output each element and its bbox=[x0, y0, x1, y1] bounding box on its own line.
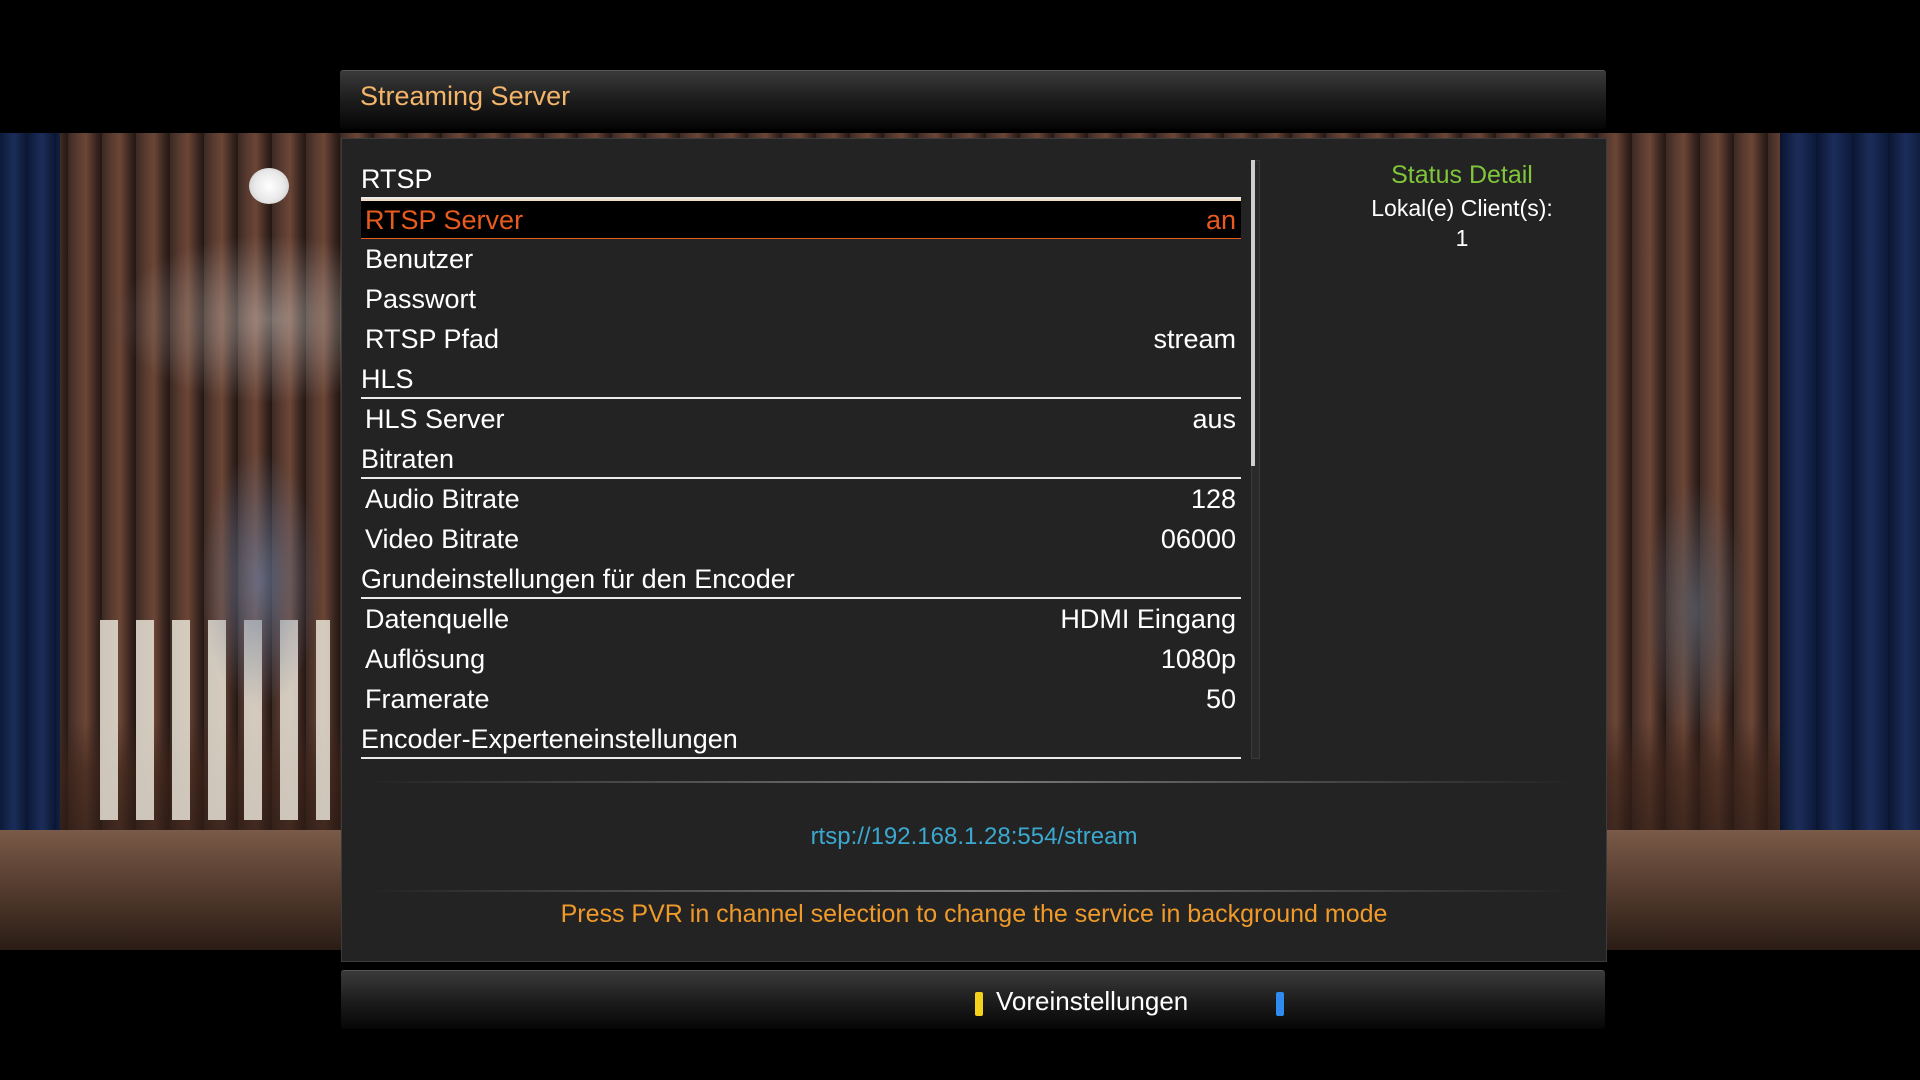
setting-label: Video Bitrate bbox=[365, 524, 520, 554]
setting-label: RTSP Pfad bbox=[365, 324, 500, 354]
section-label: RTSP bbox=[361, 164, 433, 194]
background-curtain-left bbox=[0, 133, 60, 950]
section-header-grundeinstellungen-für-den-encoder: Grundeinstellungen für den Encoder bbox=[361, 559, 1241, 599]
settings-panel: RTSP RTSP Server an Benutzer Passwort RTSP Pf… bbox=[341, 138, 1607, 962]
setting-row-auflösung[interactable]: Auflösung 1080p bbox=[361, 639, 1241, 679]
section-header-bitraten: Bitraten bbox=[361, 439, 1241, 479]
local-clients-label: Lokal(e) Client(s): bbox=[1371, 195, 1553, 221]
setting-label: HLS Server bbox=[365, 404, 505, 434]
setting-row-hls-server[interactable]: HLS Server aus bbox=[361, 399, 1241, 439]
setting-row-video-bitrate[interactable]: Video Bitrate 06000 bbox=[361, 519, 1241, 559]
button-bar: Voreinstellungen bbox=[341, 970, 1605, 1029]
yellow-key-voreinstellungen[interactable]: Voreinstellungen bbox=[996, 986, 1188, 1017]
setting-row-audio-bitrate[interactable]: Audio Bitrate 128 bbox=[361, 479, 1241, 519]
divider-bottom bbox=[366, 890, 1576, 892]
setting-label: Passwort bbox=[365, 284, 477, 314]
section-label: Encoder-Experteneinstellungen bbox=[361, 724, 738, 754]
window-title: Streaming Server bbox=[360, 81, 571, 111]
setting-value: aus bbox=[1192, 404, 1236, 434]
section-header-hls: HLS bbox=[361, 359, 1241, 399]
background-curtain-right bbox=[1780, 133, 1920, 950]
background-stage-lamp bbox=[249, 168, 289, 204]
setting-row-datenquelle[interactable]: Datenquelle HDMI Eingang bbox=[361, 599, 1241, 639]
section-header-rtsp: RTSP bbox=[361, 159, 1241, 199]
section-label: Grundeinstellungen für den Encoder bbox=[361, 564, 795, 594]
window-title-bar: Streaming Server bbox=[340, 70, 1606, 129]
setting-label: Auflösung bbox=[365, 644, 486, 674]
setting-label: Datenquelle bbox=[365, 604, 510, 634]
section-label: HLS bbox=[361, 364, 414, 394]
stream-url: rtsp://192.168.1.28:554/stream bbox=[810, 823, 1138, 850]
setting-value: an bbox=[1205, 205, 1236, 235]
setting-row-passwort[interactable]: Passwort bbox=[361, 279, 1241, 319]
setting-row-benutzer[interactable]: Benutzer bbox=[361, 239, 1241, 279]
yellow-key-icon bbox=[975, 992, 983, 1016]
setting-label: Audio Bitrate bbox=[365, 484, 520, 514]
status-detail-title: Status Detail bbox=[1391, 161, 1533, 189]
setting-value: 128 bbox=[1190, 484, 1236, 514]
status-detail-panel: Status Detail Lokal(e) Client(s): 1 bbox=[1332, 157, 1592, 253]
section-header-encoder-experteneinstellungen: Encoder-Experteneinstellungen bbox=[361, 719, 1241, 759]
setting-row-framerate[interactable]: Framerate 50 bbox=[361, 679, 1241, 719]
setting-value: 50 bbox=[1205, 684, 1236, 714]
setting-label: RTSP Server bbox=[365, 205, 524, 235]
hint-text: Press PVR in channel selection to change… bbox=[560, 900, 1388, 928]
setting-row-rtsp-server[interactable]: RTSP Server an bbox=[361, 199, 1241, 239]
setting-value: 06000 bbox=[1160, 524, 1236, 554]
setting-label: Framerate bbox=[365, 684, 490, 714]
section-label: Bitraten bbox=[361, 444, 455, 474]
setting-label: Benutzer bbox=[365, 244, 474, 274]
local-clients-count: 1 bbox=[1455, 225, 1469, 251]
setting-value: 1080p bbox=[1160, 644, 1236, 674]
scrollbar-thumb[interactable] bbox=[1251, 160, 1255, 466]
setting-value: HDMI Eingang bbox=[1060, 604, 1236, 634]
setting-row-rtsp-pfad[interactable]: RTSP Pfad stream bbox=[361, 319, 1241, 359]
divider-top bbox=[366, 781, 1576, 783]
setting-value: stream bbox=[1153, 324, 1236, 354]
settings-list: RTSP RTSP Server an Benutzer Passwort RTSP Pf… bbox=[361, 159, 1241, 759]
blue-key-icon[interactable] bbox=[1276, 992, 1284, 1016]
background-children-right bbox=[1620, 430, 1770, 790]
background-children-left bbox=[175, 400, 345, 760]
